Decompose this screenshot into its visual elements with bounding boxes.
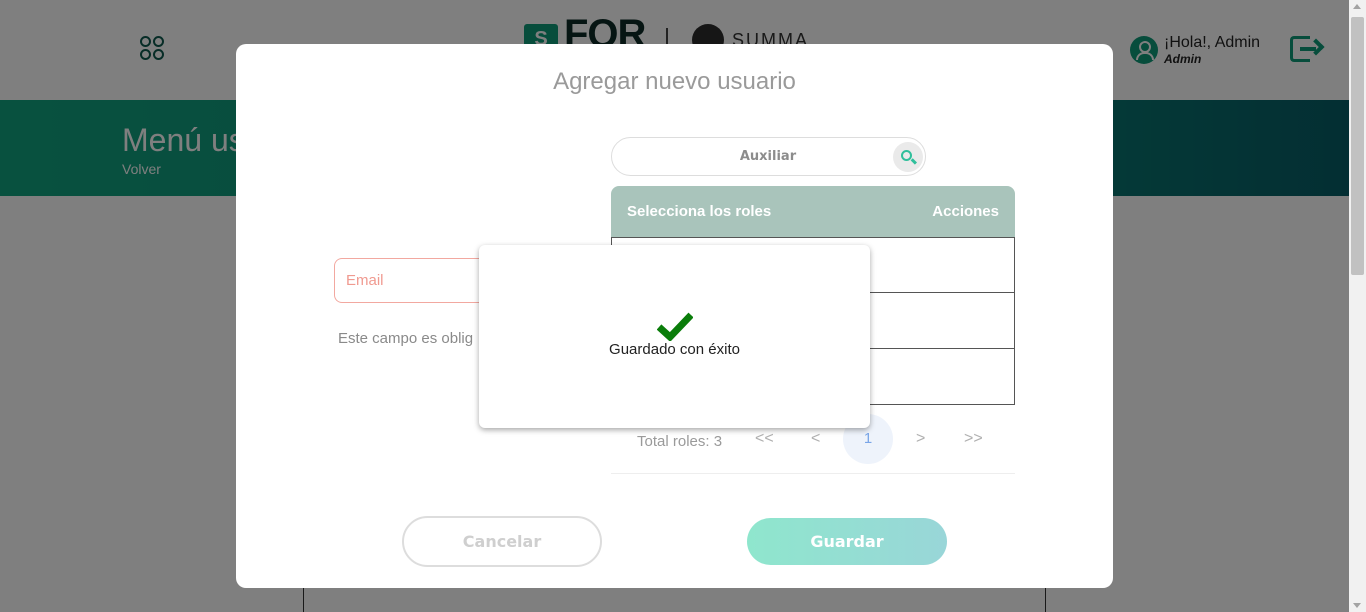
success-message: Guardado con éxito xyxy=(609,341,740,358)
column-header-roles: Selecciona los roles xyxy=(627,203,772,220)
last-page-button[interactable]: >> xyxy=(964,430,983,448)
email-field[interactable] xyxy=(334,258,494,303)
role-search-input[interactable] xyxy=(632,138,904,175)
roles-table-header: Selecciona los roles Acciones xyxy=(611,186,1015,237)
page-scrollbar[interactable] xyxy=(1349,0,1366,612)
modal-title: Agregar nuevo usuario xyxy=(553,68,796,95)
pagination-total: Total roles: 3 xyxy=(637,433,723,450)
scroll-thumb[interactable] xyxy=(1351,17,1364,275)
save-button[interactable]: Guardar xyxy=(747,518,947,565)
role-search xyxy=(611,137,926,176)
prev-page-button[interactable]: < xyxy=(811,430,820,448)
first-page-button[interactable]: << xyxy=(755,430,774,448)
check-icon xyxy=(657,312,693,341)
cancel-button[interactable]: Cancelar xyxy=(402,516,602,567)
scroll-up-arrow-icon[interactable] xyxy=(1353,4,1361,9)
pagination: Total roles: 3 << < 1 > >> xyxy=(611,414,1015,474)
email-error-text: Este campo es oblig xyxy=(338,330,474,347)
scroll-down-arrow-icon[interactable] xyxy=(1353,603,1361,608)
search-button[interactable] xyxy=(893,142,923,172)
next-page-button[interactable]: > xyxy=(916,430,925,448)
column-header-actions: Acciones xyxy=(932,203,999,220)
success-dialog: Guardado con éxito xyxy=(479,245,870,428)
